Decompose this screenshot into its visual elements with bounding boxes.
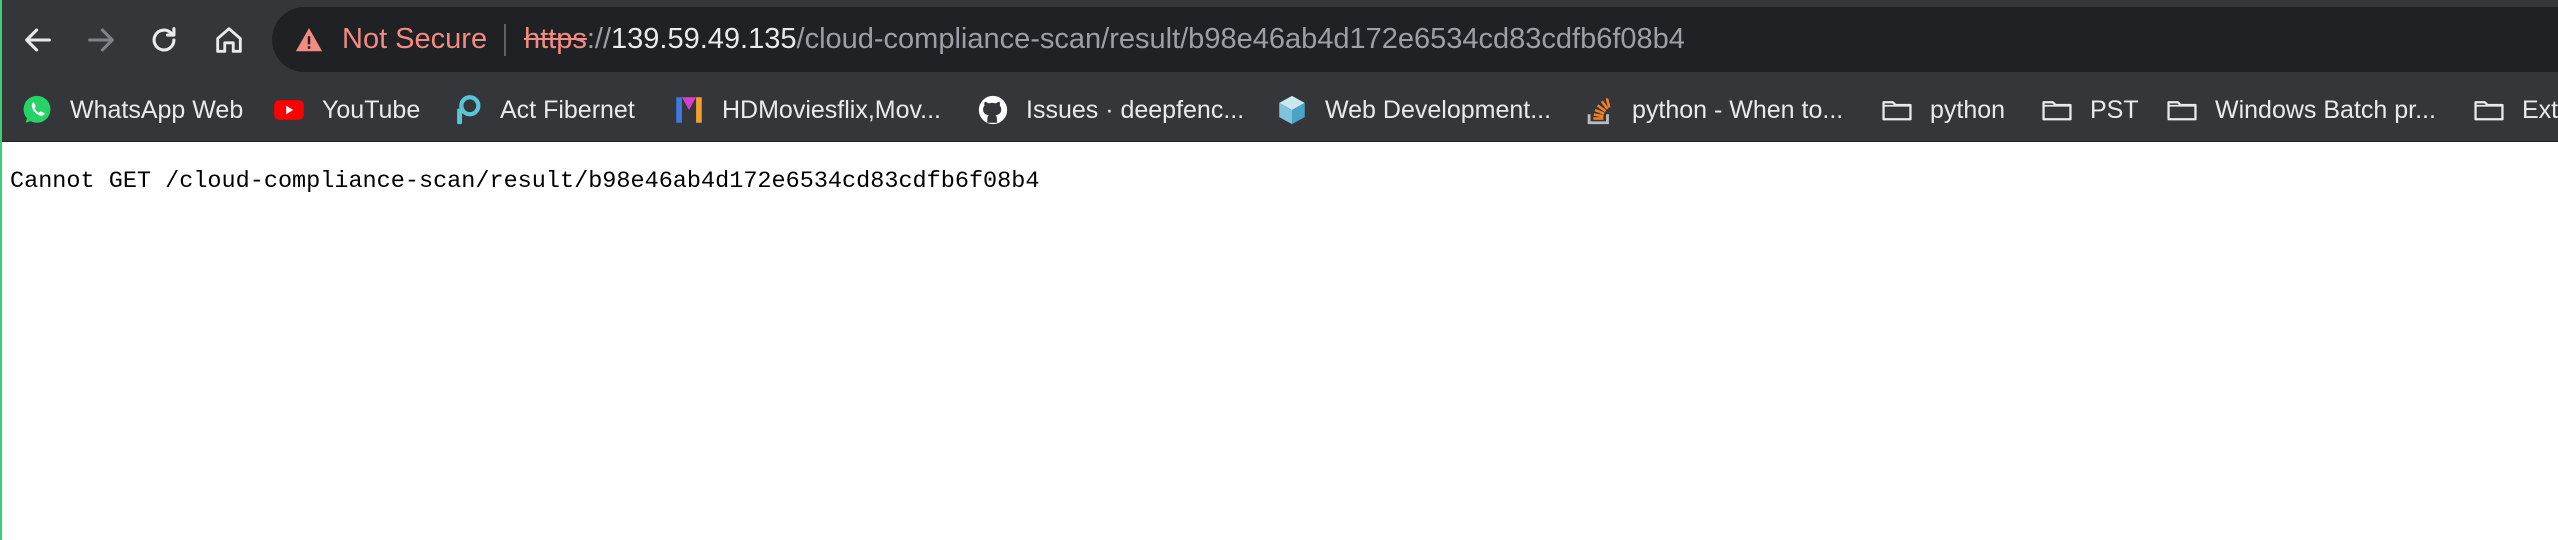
url-separator: :// [586, 23, 612, 55]
youtube-icon [272, 93, 306, 127]
warning-icon [295, 28, 323, 52]
folder-icon [2165, 93, 2199, 127]
folder-icon [1880, 93, 1914, 127]
arrow-left-icon [25, 28, 51, 52]
cube-icon [1275, 93, 1309, 127]
bookmark-github-issues[interactable]: Issues · deepfenc... [976, 79, 1244, 141]
act-fibernet-icon [450, 93, 484, 127]
bookmark-label: Act Fibernet [500, 95, 635, 124]
error-message: Cannot GET /cloud-compliance-scan/result… [10, 168, 1040, 195]
bookmark-act-fibernet[interactable]: Act Fibernet [450, 79, 635, 141]
forward-button[interactable] [75, 14, 127, 66]
url-host: 139.59.49.135 [611, 23, 797, 55]
reload-button[interactable] [138, 14, 190, 66]
home-button[interactable] [203, 14, 255, 66]
hdmovies-icon [672, 93, 706, 127]
bookmark-label: PST [2090, 95, 2139, 124]
back-button[interactable] [12, 14, 64, 66]
home-icon [216, 27, 242, 53]
bookmark-folder-windows-batch[interactable]: Windows Batch pr... [2165, 79, 2436, 141]
omnibox-divider [504, 24, 506, 56]
bookmark-whatsapp-web[interactable]: WhatsApp Web [20, 79, 243, 141]
address-bar[interactable]: Not Secure https://139.59.49.135/cloud-c… [272, 7, 2558, 72]
bookmark-folder-extr[interactable]: Extr [2472, 79, 2558, 141]
bookmark-label: python [1930, 95, 2006, 124]
bookmark-folder-python[interactable]: python [1880, 79, 2005, 141]
stackoverflow-icon [1582, 93, 1616, 127]
bookmark-label: python - When to... [1632, 95, 1844, 124]
whatsapp-icon [20, 93, 54, 127]
bookmark-label: HDMoviesflix,Mov... [722, 95, 942, 124]
url-path: /cloud-compliance-scan/result/b98e46ab4d… [796, 23, 1685, 55]
bookmarks-bar-border [0, 141, 2558, 142]
bookmark-hdmoviesflix[interactable]: HDMoviesflix,Mov... [672, 79, 941, 141]
arrow-right-icon [88, 28, 114, 52]
bookmark-label: Windows Batch pr... [2215, 95, 2436, 124]
browser-toolbar: Not Secure https://139.59.49.135/cloud-c… [0, 0, 2558, 79]
folder-icon [2472, 93, 2506, 127]
security-label[interactable]: Not Secure [342, 7, 487, 72]
bookmark-youtube[interactable]: YouTube [272, 79, 420, 141]
bookmark-label: Extr [2522, 95, 2558, 124]
window-edge [0, 0, 2, 540]
bookmark-label: Issues · deepfenc... [1026, 95, 1245, 124]
bookmark-web-development[interactable]: Web Development... [1275, 79, 1551, 141]
url-text[interactable]: https://139.59.49.135/cloud-compliance-s… [524, 7, 1685, 72]
bookmark-python-when-to[interactable]: python - When to... [1582, 79, 1843, 141]
bookmark-label: Web Development... [1325, 95, 1552, 124]
url-scheme: https [524, 23, 587, 55]
bookmark-folder-pst[interactable]: PST [2040, 79, 2139, 141]
github-icon [976, 93, 1010, 127]
reload-icon [152, 27, 176, 52]
bookmarks-bar: WhatsApp Web YouTube Act Fibernet HDMovi… [0, 79, 2558, 141]
bookmark-label: YouTube [322, 95, 421, 124]
bookmark-label: WhatsApp Web [70, 95, 244, 124]
folder-icon [2040, 93, 2074, 127]
